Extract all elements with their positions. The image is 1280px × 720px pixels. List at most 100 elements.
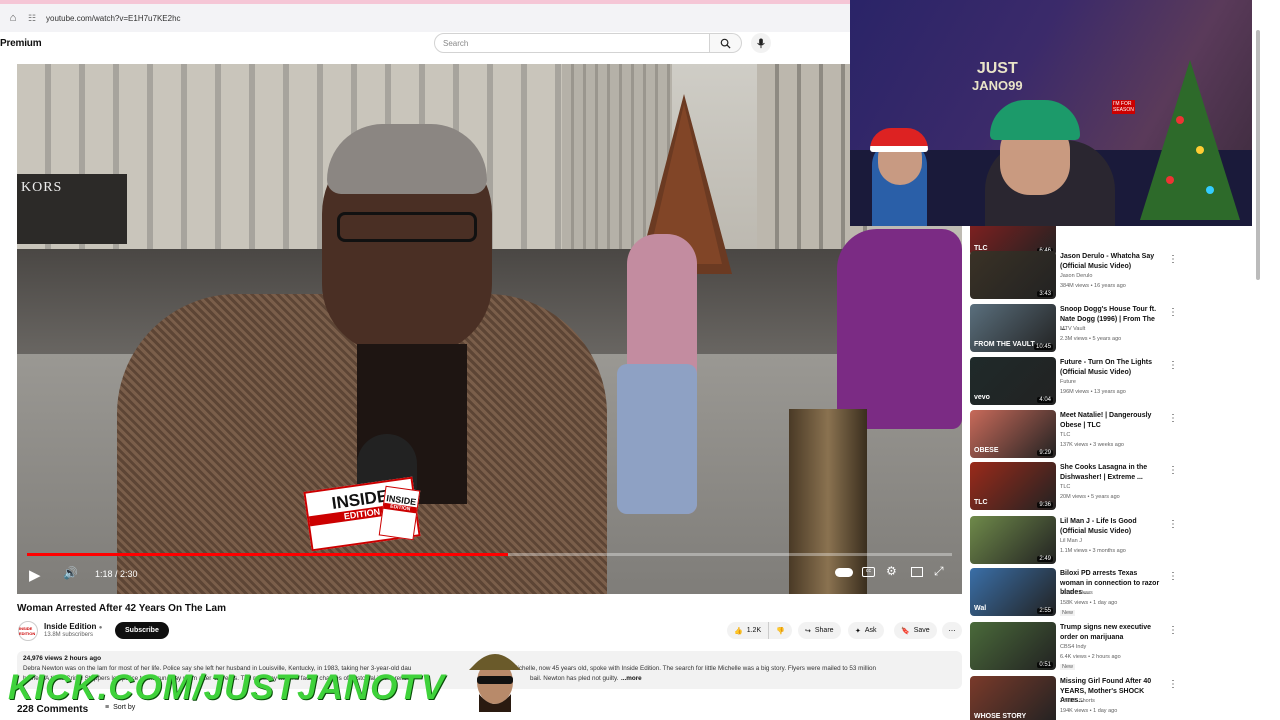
- autoplay-toggle[interactable]: [835, 568, 853, 577]
- more-actions-button[interactable]: ⋯: [942, 622, 962, 639]
- recommendation-thumbnail[interactable]: TLC 9:36: [970, 462, 1056, 510]
- recommendation-channel[interactable]: TLC: [1060, 484, 1070, 490]
- duration-badge: 2:55: [1037, 608, 1053, 614]
- recommendation-thumbnail[interactable]: OBESE 9:29: [970, 410, 1056, 458]
- like-button[interactable]: 👍 1.2K: [727, 622, 769, 639]
- address-bar[interactable]: ⌂ ☷ youtube.com/watch?v=E1H7u7KE2hc: [0, 0, 850, 32]
- recommendation-title[interactable]: Meet Natalie! | Dangerously Obese | TLC: [1060, 411, 1160, 430]
- recommendation-channel[interactable]: Lil Man J: [1060, 538, 1082, 544]
- channel-avatar[interactable]: INSIDE EDITION: [18, 621, 38, 641]
- search-button[interactable]: [710, 33, 742, 53]
- recommendation-channel[interactable]: TheDC Shorts: [1060, 698, 1095, 704]
- recommendation-thumbnail[interactable]: vevo 4:04: [970, 357, 1056, 405]
- recommendation-item[interactable]: 0:51 Trump signs new executive order on m…: [968, 622, 1268, 675]
- recommendation-meta: 2.3M views • 5 years ago: [1060, 336, 1122, 342]
- more-vertical-icon[interactable]: ⋮: [1168, 679, 1178, 690]
- recommendation-channel[interactable]: MTV Vault: [1060, 326, 1085, 332]
- recommendation-channel[interactable]: Future: [1060, 379, 1076, 385]
- recommendation-item[interactable]: 3:43 Jason Derulo - Whatcha Say (Official…: [968, 251, 1268, 304]
- scrollbar[interactable]: [1254, 0, 1262, 720]
- recommendation-channel[interactable]: TLC: [1060, 432, 1070, 438]
- thumbs-up-icon: 👍: [734, 627, 743, 635]
- tune-icon[interactable]: ☷: [28, 13, 44, 24]
- recommendation-item[interactable]: FROM THE VAULT 10:45 Snoop Dogg's House To…: [968, 304, 1268, 357]
- captions-button[interactable]: cc: [862, 567, 875, 577]
- thumbnail-text: FROM THE VAULT: [974, 341, 1035, 348]
- recommendation-thumbnail[interactable]: 0:51: [970, 622, 1056, 670]
- recommendation-meta: 194K views • 1 day ago: [1060, 708, 1118, 714]
- subscribe-button[interactable]: Subscribe: [115, 622, 169, 639]
- new-badge: New: [1060, 610, 1076, 616]
- recommendation-thumbnail[interactable]: WHOSE STORY: [970, 676, 1056, 720]
- recommendation-item[interactable]: 2:49 Lil Man J - Life Is Good (Official M…: [968, 516, 1268, 569]
- recommendation-item[interactable]: OBESE 9:29 Meet Natalie! | Dangerously Obe…: [968, 410, 1268, 463]
- views-and-date: 24,976 views 2 hours ago: [23, 655, 102, 662]
- scrollbar-thumb[interactable]: [1256, 30, 1260, 280]
- duration-badge: 3:43: [1037, 291, 1053, 297]
- recommendation-item[interactable]: WHOSE STORY Missing Girl Found After 40 Y…: [968, 676, 1268, 720]
- recommendation-title[interactable]: Lil Man J - Life Is Good (Official Music…: [1060, 517, 1160, 536]
- search-input[interactable]: Search: [434, 33, 710, 53]
- fullscreen-icon[interactable]: ⤢: [934, 564, 944, 579]
- duration-badge: 10:45: [1033, 344, 1053, 350]
- more-vertical-icon[interactable]: ⋮: [1168, 625, 1178, 636]
- more-vertical-icon[interactable]: ⋮: [1168, 254, 1178, 265]
- christmas-tree-webcam: [1140, 60, 1240, 220]
- recommendation-meta: 1.1M views • 3 months ago: [1060, 548, 1126, 554]
- more-vertical-icon[interactable]: ⋮: [1168, 465, 1178, 476]
- duration-badge: 2:49: [1037, 556, 1053, 562]
- share-icon: ↪: [805, 627, 811, 635]
- recommendation-item[interactable]: vevo 4:04 Future - Turn On The Lights (Off…: [968, 357, 1268, 410]
- microphone-icon: [757, 37, 765, 48]
- share-button[interactable]: ↪ Share: [798, 622, 841, 639]
- recommendation-item[interactable]: Wal 2:55 Biloxi PD arrests Texas woman in …: [968, 568, 1268, 621]
- recommendation-channel[interactable]: FOX10 News: [1060, 590, 1093, 596]
- thumbnail-text: TLC: [974, 499, 988, 506]
- sticker: I'M FOR SEASON: [1112, 100, 1135, 114]
- video-title: Woman Arrested After 42 Years On The Lam: [17, 603, 226, 614]
- save-button[interactable]: 🔖 Save: [894, 622, 937, 639]
- recommendation-thumbnail[interactable]: 3:43: [970, 251, 1056, 299]
- search-icon: [720, 38, 731, 49]
- home-icon[interactable]: ⌂: [4, 9, 22, 27]
- recommendation-title[interactable]: Jason Derulo - Whatcha Say (Official Mus…: [1060, 252, 1160, 271]
- play-button[interactable]: ▶: [29, 566, 41, 584]
- more-link[interactable]: ...more: [621, 675, 651, 682]
- settings-gear-icon[interactable]: ⚙: [886, 564, 897, 578]
- video-player[interactable]: KORS INSIDE EDITION INSIDE EDITION ▶ 🔊 1…: [17, 64, 962, 594]
- recommendation-thumbnail[interactable]: 2:49: [970, 516, 1056, 564]
- more-vertical-icon[interactable]: ⋮: [1168, 571, 1178, 582]
- recommendation-channel[interactable]: CBS4 Indy: [1060, 644, 1086, 650]
- volume-button[interactable]: 🔊: [63, 566, 78, 580]
- url-text[interactable]: youtube.com/watch?v=E1H7u7KE2hc: [46, 14, 181, 23]
- recommendation-meta: 137K views • 3 weeks ago: [1060, 442, 1124, 448]
- time-display: 1:18 / 2:30: [95, 569, 138, 579]
- dislike-button[interactable]: 👎: [768, 622, 792, 639]
- more-horizontal-icon: ⋯: [948, 627, 956, 635]
- ask-button[interactable]: ✦ Ask: [848, 622, 884, 639]
- recommendation-meta: 6.4K views • 2 hours ago: [1060, 654, 1121, 660]
- recommendations-sidebar: TLC6:46604K views • 4 years ago⋮3:43Jaso…: [968, 226, 1268, 720]
- recommendation-title[interactable]: Future - Turn On The Lights (Official Mu…: [1060, 358, 1160, 377]
- recommendation-item[interactable]: TLC 9:36 She Cooks Lasagna in the Dishwash…: [968, 462, 1268, 515]
- more-vertical-icon[interactable]: ⋮: [1168, 413, 1178, 424]
- voice-search-button[interactable]: [751, 33, 771, 53]
- brand-logo[interactable]: Premium: [0, 38, 42, 49]
- description-line-1b: th her. Michelle, now 45 years old, spok…: [493, 665, 876, 672]
- more-vertical-icon[interactable]: ⋮: [1168, 360, 1178, 371]
- channel-name[interactable]: Inside Edition ●: [44, 622, 102, 631]
- recommendation-title[interactable]: She Cooks Lasagna in the Dishwasher! | E…: [1060, 463, 1160, 482]
- recommendation-meta: 196M views • 13 years ago: [1060, 389, 1126, 395]
- miniplayer-button[interactable]: [911, 567, 923, 577]
- thumbnail-text: vevo: [974, 394, 990, 401]
- recommendation-thumbnail[interactable]: Wal 2:55: [970, 568, 1056, 616]
- recommendation-channel[interactable]: Jason Derulo: [1060, 273, 1092, 279]
- description-line-2b: bail. Newton has pled not guilty.: [530, 675, 619, 682]
- thumbnail-text: OBESE: [974, 447, 999, 454]
- more-vertical-icon[interactable]: ⋮: [1168, 307, 1178, 318]
- pedestrian-purple: [837, 229, 962, 429]
- recommendation-title[interactable]: Trump signs new executive order on marij…: [1060, 623, 1160, 642]
- more-vertical-icon[interactable]: ⋮: [1168, 519, 1178, 530]
- recommendation-thumbnail[interactable]: FROM THE VAULT 10:45: [970, 304, 1056, 352]
- duration-badge: 9:36: [1037, 502, 1053, 508]
